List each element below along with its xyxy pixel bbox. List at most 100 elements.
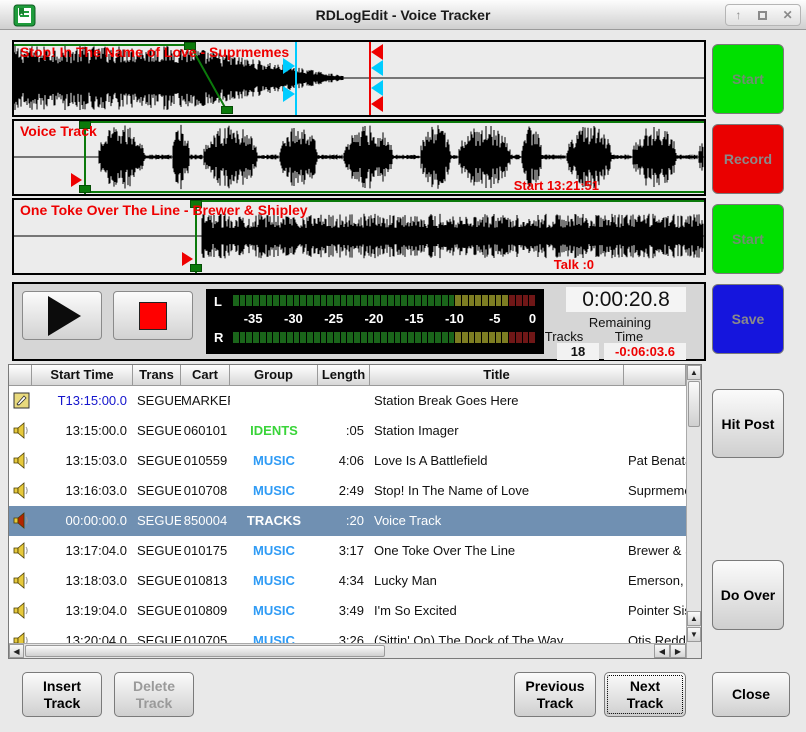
speaker-icon — [13, 572, 30, 589]
speaker-icon — [13, 422, 30, 439]
window-controls: ↑ ✕ — [725, 4, 801, 26]
hit-post-button[interactable]: Hit Post — [712, 389, 784, 458]
segue-marker-icon[interactable] — [371, 96, 383, 112]
vu-segment — [321, 332, 327, 343]
do-over-button[interactable]: Do Over — [712, 560, 784, 630]
stop-button[interactable] — [113, 291, 193, 340]
start-marker-icon[interactable] — [182, 252, 193, 266]
scroll-down-icon[interactable]: ▼ — [687, 627, 701, 642]
shade-window-icon[interactable]: ↑ — [727, 5, 749, 25]
vu-segment — [341, 332, 347, 343]
remaining-label: Remaining — [554, 315, 686, 330]
horizontal-scroll-thumb[interactable] — [25, 645, 385, 657]
cell-length: :20 — [318, 506, 364, 536]
transport-section: L R -35-30-25-20-15-10-50 0:00:20.8 Rema… — [12, 282, 706, 361]
cell-artist: Emerson, Lake & Palmer — [628, 566, 686, 596]
log-row-station-break-goes-here[interactable]: T13:15:00.0 SEGUE MARKER Station Break G… — [9, 386, 686, 416]
log-row-stop-in-the-name-of-love[interactable]: 13:16:03.0 SEGUE 010708 MUSIC 2:49 Stop!… — [9, 476, 686, 506]
column-header-length[interactable]: Length — [318, 365, 370, 386]
vu-segment — [294, 332, 300, 343]
vu-segment — [253, 295, 259, 306]
vu-segment — [273, 295, 279, 306]
vu-segment — [388, 332, 394, 343]
vu-scale: -35-30-25-20-15-10-50 — [233, 311, 535, 327]
vu-segment — [388, 295, 394, 306]
cell-title: One Toke Over The Line — [374, 536, 624, 566]
vu-segment — [422, 295, 428, 306]
cell-start-time: 13:18:03.0 — [32, 566, 127, 596]
vu-segment — [401, 295, 407, 306]
start-button[interactable]: Start — [712, 204, 784, 274]
play-marker-icon[interactable] — [283, 86, 295, 102]
vu-segment — [233, 295, 239, 306]
scroll-left2-icon[interactable]: ◀ — [654, 644, 670, 658]
start-marker-icon[interactable] — [71, 173, 82, 187]
cell-artist: Suprmemes — [628, 476, 686, 506]
vu-segment — [381, 295, 387, 306]
vu-segment — [334, 332, 340, 343]
cell-title: Station Imager — [374, 416, 624, 446]
vu-segment — [408, 295, 414, 306]
vu-segment — [435, 295, 441, 306]
play-marker-icon[interactable] — [283, 58, 295, 74]
vu-segment — [273, 332, 279, 343]
column-header-blank[interactable] — [9, 365, 32, 386]
column-header-title[interactable]: Title — [370, 365, 624, 386]
cell-cart: MARKER — [181, 386, 230, 416]
column-header-cart[interactable]: Cart — [181, 365, 230, 386]
waveform-panel-voicetrack[interactable]: Voice TrackStart 13:21:51 — [12, 119, 706, 196]
vu-segment — [395, 332, 401, 343]
segue-marker-icon[interactable] — [371, 44, 383, 60]
fade-marker-handle[interactable] — [221, 106, 233, 114]
cell-artist — [628, 416, 686, 446]
play-icon — [48, 296, 81, 336]
vu-segment — [415, 332, 421, 343]
column-header-trans[interactable]: Trans — [133, 365, 181, 386]
segue-marker-icon[interactable] — [371, 60, 383, 76]
play-position-line[interactable] — [295, 42, 297, 115]
vu-segment — [327, 295, 333, 306]
column-header-start-time[interactable]: Start Time — [32, 365, 133, 386]
save-button[interactable]: Save — [712, 284, 784, 354]
cell-trans: SEGUE — [137, 446, 181, 476]
play-button[interactable] — [22, 291, 102, 340]
log-row-lucky-man[interactable]: 13:18:03.0 SEGUE 010813 MUSIC 4:34 Lucky… — [9, 566, 686, 596]
log-row-one-toke-over-the-line[interactable]: 13:17:04.0 SEGUE 010175 MUSIC 3:17 One T… — [9, 536, 686, 566]
column-header-blank[interactable] — [624, 365, 686, 386]
close-button[interactable]: Close — [712, 672, 790, 717]
scroll-up-icon[interactable]: ▲ — [687, 365, 701, 380]
cell-group: MUSIC — [230, 446, 318, 476]
log-table-body: T13:15:00.0 SEGUE MARKER Station Break G… — [9, 386, 686, 643]
log-row-love-is-a-battlefield[interactable]: 13:15:03.0 SEGUE 010559 MUSIC 4:06 Love … — [9, 446, 686, 476]
record-button[interactable]: Record — [712, 124, 784, 194]
horizontal-scrollbar[interactable]: ◀ ◀ ▶ — [9, 643, 686, 658]
insert-track-button[interactable]: Insert Track — [22, 672, 102, 717]
log-row-station-imager[interactable]: 13:15:00.0 SEGUE 060101 IDENTS :05 Stati… — [9, 416, 686, 446]
previous-track-button[interactable]: Previous Track — [514, 672, 596, 717]
vu-segment — [253, 332, 259, 343]
speaker-icon — [13, 632, 30, 643]
vu-segment — [321, 295, 327, 306]
log-row-voice-track[interactable]: 00:00:00.0 SEGUE 850004 TRACKS :20 Voice… — [9, 506, 686, 536]
speaker-icon — [13, 482, 30, 499]
log-row--sittin-on-the-dock-of-the-way[interactable]: 13:20:04.0 SEGUE 010705 MUSIC 3:26 (Sitt… — [9, 626, 686, 643]
cell-trans: SEGUE — [137, 506, 181, 536]
cell-artist: Otis Redding — [628, 626, 686, 643]
segue-marker-icon[interactable] — [371, 80, 383, 96]
vertical-scroll-thumb[interactable] — [688, 381, 700, 427]
vertical-scrollbar[interactable]: ▲ ▲ ▼ — [686, 365, 701, 658]
maximize-window-icon[interactable] — [752, 5, 774, 25]
scroll-right-icon[interactable]: ▶ — [670, 644, 686, 658]
next-track-button[interactable]: Next Track — [604, 672, 686, 717]
vu-segment — [294, 295, 300, 306]
start-button[interactable]: Start — [712, 44, 784, 114]
waveform-panel-incoming[interactable]: One Toke Over The Line - Brewer & Shiple… — [12, 198, 706, 275]
scroll-left-icon[interactable]: ◀ — [9, 644, 24, 658]
scroll-up2-icon[interactable]: ▲ — [687, 611, 701, 626]
log-row-i-m-so-excited[interactable]: 13:19:04.0 SEGUE 010809 MUSIC 3:49 I'm S… — [9, 596, 686, 626]
waveform-panel-outgoing[interactable]: Stop! In The Name of Love - Suprmemes — [12, 40, 706, 117]
column-header-group[interactable]: Group — [230, 365, 318, 386]
close-window-icon[interactable]: ✕ — [777, 5, 799, 25]
vu-segment — [428, 332, 434, 343]
cell-start-time: 13:20:04.0 — [32, 626, 127, 643]
